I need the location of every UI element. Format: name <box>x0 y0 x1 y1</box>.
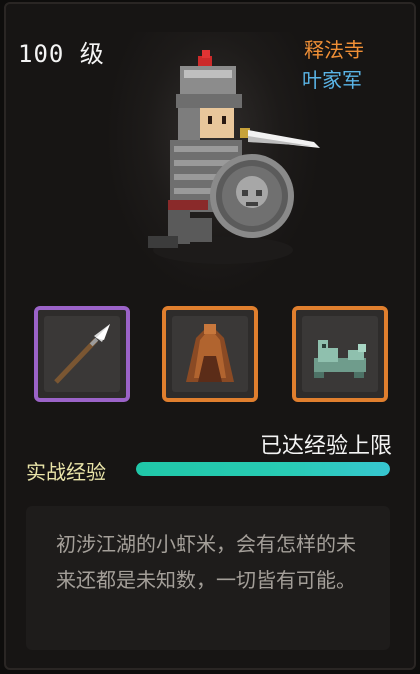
equipment-slot-accessory[interactable] <box>292 306 388 402</box>
cloak-icon <box>186 324 234 382</box>
level-label: 100 级 <box>18 40 105 68</box>
experience-bar <box>136 462 390 476</box>
experience-bar-fill <box>136 462 390 476</box>
spear-icon <box>54 324 110 384</box>
equipment-slot-armor[interactable] <box>162 306 258 402</box>
equipment-slot-weapon[interactable] <box>34 306 130 402</box>
character-portrait[interactable] <box>128 50 328 270</box>
description-box: 初涉江湖的小虾米，会有怎样的未来还都是未知数，一切皆有可能。 <box>26 506 390 650</box>
jade-beast-icon <box>314 340 366 378</box>
experience-label: 实战经验 <box>26 460 106 484</box>
description-text: 初涉江湖的小虾米，会有怎样的未来还都是未知数，一切皆有可能。 <box>56 532 356 592</box>
experience-status: 已达经验上限 <box>259 434 392 459</box>
